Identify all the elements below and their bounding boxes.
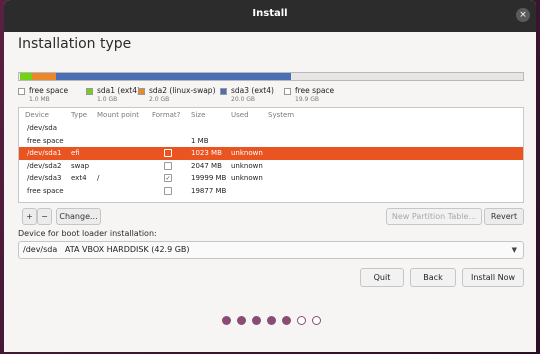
legend-size: 1.0 MB <box>29 96 50 103</box>
step-dot <box>297 316 306 325</box>
legend-swatch <box>18 88 25 95</box>
cell-type: swap <box>71 161 90 170</box>
cell-used: unknown <box>231 149 263 157</box>
cell-device: /dev/sda <box>27 124 57 132</box>
installer-window: Install × Installation type free space 1.… <box>4 0 536 352</box>
format-checkbox[interactable] <box>164 149 172 157</box>
disk-usage-bar <box>18 72 524 81</box>
install-now-button[interactable]: Install Now <box>462 268 524 287</box>
col-size: Size <box>191 111 206 119</box>
table-row[interactable]: free space 1 MB <box>19 135 523 148</box>
disk-bar-segment <box>32 73 57 80</box>
table-row[interactable]: /dev/sda <box>19 122 523 135</box>
cell-used: unknown <box>231 174 263 182</box>
legend-size: 1.0 GB <box>97 96 118 103</box>
back-button[interactable]: Back <box>410 268 456 287</box>
cell-size: 19999 MB <box>191 174 227 182</box>
table-row[interactable]: /dev/sda2 swap 2047 MB unknown <box>19 160 523 173</box>
boot-loader-select[interactable]: /dev/sda ATA VBOX HARDDISK (42.9 GB) ▼ <box>18 241 524 259</box>
cell-type: ext4 <box>71 174 87 182</box>
boot-loader-value: /dev/sda ATA VBOX HARDDISK (42.9 GB) <box>23 245 190 254</box>
disk-bar-segment <box>56 73 292 80</box>
cell-size: 1 MB <box>191 136 209 145</box>
legend-name: sda2 (linux-swap) <box>149 86 216 95</box>
step-dot <box>312 316 321 325</box>
table-row[interactable]: free space 19877 MB <box>19 185 523 198</box>
revert-button[interactable]: Revert <box>484 208 524 225</box>
cell-device: /dev/sda2 <box>27 161 62 170</box>
format-checkbox[interactable]: ✓ <box>164 174 172 182</box>
title-bar: Install × <box>4 0 536 32</box>
col-mount: Mount point <box>97 111 140 119</box>
change-partition-button[interactable]: Change... <box>56 208 101 225</box>
window-title: Install <box>252 8 288 19</box>
legend-name: sda1 (ext4) <box>97 86 140 95</box>
legend-size: 2.0 GB <box>149 96 170 103</box>
col-format: Format? <box>152 111 181 119</box>
page-title: Installation type <box>18 36 132 52</box>
legend-swatch <box>86 88 93 95</box>
chevron-down-icon: ▼ <box>511 246 517 254</box>
col-type: Type <box>71 111 88 119</box>
legend-swatch <box>220 88 227 95</box>
disk-legend: free space 1.0 MB sda1 (ext4) 1.0 GB sda2 (l… <box>18 86 524 106</box>
cell-device: /dev/sda3 <box>27 174 62 182</box>
legend-size: 19.9 GB <box>295 96 320 103</box>
disk-bar-segment <box>20 73 33 80</box>
table-header: Device Type Mount point Format? Size Use… <box>19 108 523 122</box>
add-partition-button[interactable]: + <box>22 208 37 225</box>
partition-toolbar: + − Change... New Partition Table... Rev… <box>18 208 524 226</box>
boot-loader-label: Device for boot loader installation: <box>18 229 157 238</box>
cell-size: 1023 MB <box>191 149 222 157</box>
legend-swatch <box>284 88 291 95</box>
legend-swatch <box>138 88 145 95</box>
cell-mount: / <box>97 174 100 182</box>
col-system: System <box>268 111 295 119</box>
cell-device: free space <box>27 136 64 145</box>
table-row[interactable]: /dev/sda1 efi 1023 MB unknown <box>19 147 523 160</box>
format-checkbox[interactable] <box>164 161 172 170</box>
quit-button[interactable]: Quit <box>360 268 404 287</box>
col-used: Used <box>231 111 249 119</box>
cell-device: /dev/sda1 <box>27 149 62 157</box>
remove-partition-button[interactable]: − <box>37 208 52 225</box>
cell-device: free space <box>27 186 64 195</box>
step-dot <box>252 316 261 325</box>
cell-size: 2047 MB <box>191 161 222 170</box>
step-dot <box>282 316 291 325</box>
step-dot <box>222 316 231 325</box>
disk-bar-segment <box>291 73 523 80</box>
cell-used: unknown <box>231 161 263 170</box>
legend-name: free space <box>295 86 335 95</box>
format-checkbox[interactable] <box>164 186 172 195</box>
table-body: /dev/sda free space 1 MB/dev/sda1 efi 1023 M… <box>19 122 523 197</box>
legend-name: free space <box>29 86 69 95</box>
legend-name: sda3 (ext4) <box>231 86 274 95</box>
legend-size: 20.0 GB <box>231 96 256 103</box>
step-dot <box>267 316 276 325</box>
step-dot <box>237 316 246 325</box>
new-partition-table-button[interactable]: New Partition Table... <box>386 208 482 225</box>
col-device: Device <box>25 111 49 119</box>
cell-type: efi <box>71 149 80 157</box>
step-progress <box>222 316 332 328</box>
table-row[interactable]: /dev/sda3 ext4 / 19999 MB unknown ✓ <box>19 172 523 185</box>
partition-table[interactable]: Device Type Mount point Format? Size Use… <box>18 107 524 203</box>
close-icon[interactable]: × <box>516 8 530 22</box>
cell-size: 19877 MB <box>191 186 227 195</box>
